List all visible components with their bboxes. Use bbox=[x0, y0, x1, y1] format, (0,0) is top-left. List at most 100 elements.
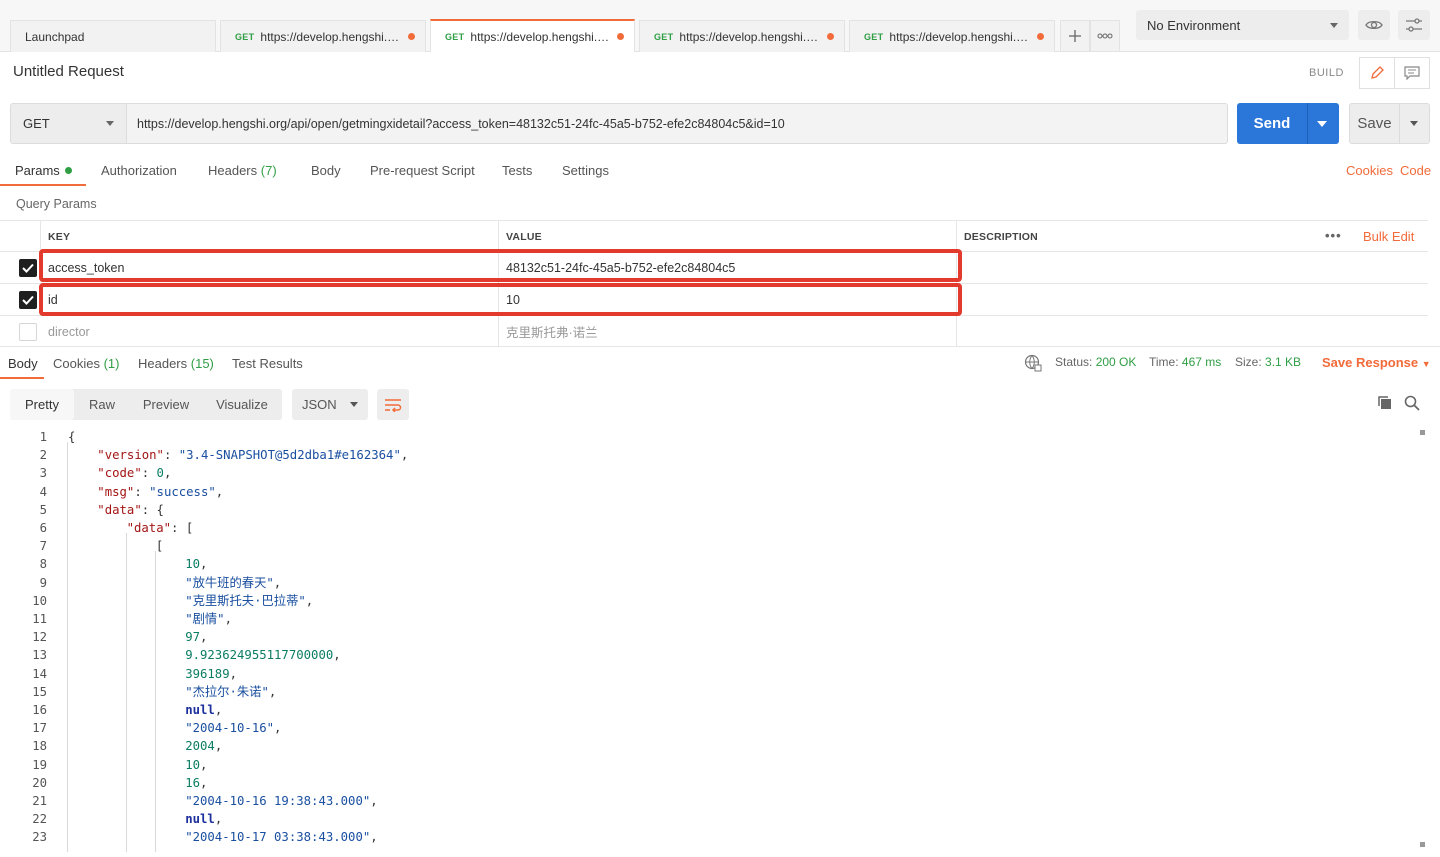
param-checkbox[interactable] bbox=[19, 259, 37, 277]
code-link[interactable]: Code bbox=[1400, 163, 1431, 178]
url-input[interactable]: https://develop.hengshi.org/api/open/get… bbox=[127, 103, 1228, 144]
param-description[interactable] bbox=[957, 284, 1428, 315]
language-select[interactable]: JSON bbox=[292, 389, 368, 420]
code-text: "code": 0, bbox=[97, 464, 171, 482]
code-token: , bbox=[370, 794, 378, 808]
environment-quick-look-button[interactable] bbox=[1358, 10, 1390, 40]
request-tab-active[interactable]: GET https://develop.hengshi.org... bbox=[430, 19, 635, 52]
line-number: 23 bbox=[32, 830, 47, 845]
tab-label: Headers bbox=[208, 163, 258, 178]
tab-params[interactable]: Params bbox=[15, 163, 72, 178]
format-tabs: Pretty Raw Preview Visualize bbox=[10, 389, 282, 420]
request-title[interactable]: Untitled Request bbox=[13, 63, 124, 80]
line-number: 12 bbox=[32, 630, 47, 645]
line-number: 10 bbox=[32, 593, 47, 608]
edit-button[interactable] bbox=[1359, 57, 1395, 89]
globe-icon[interactable] bbox=[1024, 354, 1042, 372]
code-token: [ bbox=[155, 539, 164, 554]
scroll-up-icon[interactable] bbox=[1420, 430, 1425, 435]
request-tab[interactable]: GET https://develop.hengshi.org... bbox=[849, 20, 1055, 52]
line-number: 6 bbox=[39, 521, 47, 535]
code-token: , bbox=[268, 684, 277, 699]
code-text: null, bbox=[185, 810, 222, 828]
tab-prerequest-script[interactable]: Pre-request Script bbox=[370, 163, 475, 178]
code-token: , bbox=[274, 721, 282, 736]
method-select[interactable]: GET bbox=[10, 103, 127, 144]
code-token: 0 bbox=[156, 466, 164, 481]
cookies-link[interactable]: Cookies bbox=[1346, 163, 1393, 178]
param-checkbox[interactable] bbox=[19, 323, 37, 341]
send-button[interactable]: Send bbox=[1237, 103, 1339, 144]
wrap-icon bbox=[385, 398, 402, 412]
tab-test-results[interactable]: Test Results bbox=[232, 356, 303, 371]
manage-environments-button[interactable] bbox=[1398, 10, 1430, 40]
code-text: 10, bbox=[185, 555, 207, 573]
save-button[interactable]: Save bbox=[1349, 103, 1430, 144]
new-value-input[interactable]: 克里斯托弗·诺兰 bbox=[499, 316, 957, 347]
tab-response-body[interactable]: Body bbox=[8, 356, 38, 371]
tab-raw[interactable]: Raw bbox=[78, 389, 126, 420]
more-options-icon[interactable]: ••• bbox=[1325, 228, 1342, 243]
request-tab[interactable]: GET https://develop.hengshi.org... bbox=[639, 20, 845, 52]
code-token: , bbox=[305, 593, 314, 608]
time-label: Time: bbox=[1149, 355, 1179, 369]
active-tab-indicator bbox=[0, 184, 86, 186]
code-text: "data": { bbox=[97, 501, 164, 519]
tab-settings[interactable]: Settings bbox=[562, 163, 609, 178]
code-text: "放牛班的春天", bbox=[185, 574, 281, 592]
wrap-lines-button[interactable] bbox=[377, 389, 409, 420]
code-line: 19 10, bbox=[0, 756, 1400, 774]
tab-visualize[interactable]: Visualize bbox=[208, 389, 276, 420]
code-line: 4 "msg": "success", bbox=[0, 483, 1400, 501]
copy-icon[interactable] bbox=[1377, 395, 1393, 411]
unsaved-dot-icon bbox=[827, 33, 834, 40]
language-label: JSON bbox=[302, 397, 337, 412]
param-checkbox[interactable] bbox=[19, 291, 37, 309]
code-line: 17 "2004-10-16", bbox=[0, 719, 1400, 737]
search-icon[interactable] bbox=[1404, 395, 1420, 411]
request-tab[interactable]: GET https://develop.hengshi.org... bbox=[220, 20, 426, 52]
bulk-edit-link[interactable]: Bulk Edit bbox=[1363, 229, 1414, 244]
param-description[interactable] bbox=[957, 252, 1428, 283]
chevron-down-icon[interactable] bbox=[1410, 121, 1418, 126]
environment-select[interactable]: No Environment bbox=[1136, 10, 1349, 40]
tab-response-cookies[interactable]: Cookies (1) bbox=[53, 356, 119, 371]
new-description-input[interactable] bbox=[957, 316, 1428, 347]
tab-response-headers[interactable]: Headers (15) bbox=[138, 356, 214, 371]
status-value: 200 OK bbox=[1095, 355, 1137, 369]
code-text: "2004-10-16 19:38:43.000", bbox=[185, 792, 378, 810]
scrollbar[interactable] bbox=[1420, 428, 1425, 852]
code-line: 20 16, bbox=[0, 774, 1400, 792]
tab-authorization[interactable]: Authorization bbox=[101, 163, 177, 178]
tab-label: Cookies bbox=[53, 356, 100, 371]
code-token: , bbox=[200, 757, 208, 772]
chevron-down-icon[interactable] bbox=[1317, 120, 1327, 127]
comments-button[interactable] bbox=[1394, 57, 1430, 89]
save-response-button[interactable]: Save Response ▼ bbox=[1322, 355, 1431, 370]
tab-url: https://develop.hengshi.org... bbox=[260, 29, 403, 44]
response-body-viewer[interactable]: 1{2 "version": "3.4-SNAPSHOT@5d2dba1#e162… bbox=[0, 428, 1416, 852]
tab-launchpad[interactable]: Launchpad bbox=[10, 20, 216, 52]
code-text: 2004, bbox=[185, 737, 222, 755]
code-token: "data" bbox=[97, 502, 142, 517]
scroll-down-icon[interactable] bbox=[1420, 842, 1425, 847]
more-tabs-button[interactable] bbox=[1090, 20, 1120, 52]
code-line: 8 10, bbox=[0, 555, 1400, 573]
code-token: , bbox=[333, 648, 341, 663]
code-token: "剧情" bbox=[185, 612, 225, 626]
new-key-input[interactable]: director bbox=[41, 316, 499, 347]
line-number: 18 bbox=[32, 739, 47, 754]
tab-headers[interactable]: Headers (7) bbox=[208, 163, 277, 178]
tab-pretty[interactable]: Pretty bbox=[10, 389, 74, 420]
tab-tests[interactable]: Tests bbox=[502, 163, 532, 178]
highlight-box bbox=[39, 283, 962, 316]
code-line: 22 null, bbox=[0, 810, 1400, 828]
new-tab-button[interactable] bbox=[1060, 20, 1090, 52]
tab-preview[interactable]: Preview bbox=[134, 389, 198, 420]
code-text: "2004-10-16", bbox=[185, 719, 281, 737]
tab-method: GET bbox=[654, 31, 674, 42]
size-value: 3.1 KB bbox=[1265, 355, 1302, 369]
line-number: 2 bbox=[39, 448, 47, 463]
code-text: [ bbox=[156, 537, 163, 555]
tab-body[interactable]: Body bbox=[311, 163, 341, 178]
